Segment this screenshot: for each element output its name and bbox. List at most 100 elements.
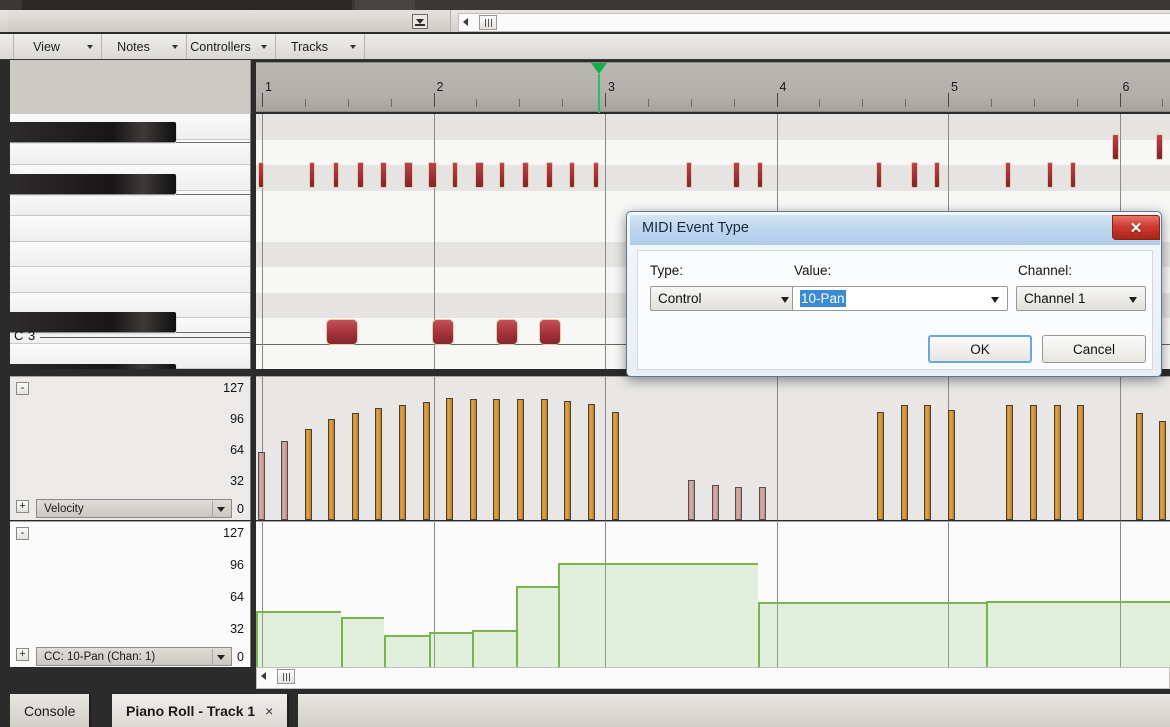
midi-note[interactable]	[452, 162, 458, 188]
controller-envelope-step[interactable]	[256, 611, 341, 667]
velocity-bar[interactable]	[877, 412, 884, 520]
midi-note[interactable]	[1156, 134, 1163, 160]
midi-note[interactable]	[380, 162, 387, 188]
piano-white-key[interactable]	[10, 216, 250, 242]
midi-note-bass[interactable]	[496, 319, 518, 345]
piano-keyboard[interactable]: C 3	[10, 114, 251, 369]
menu-item-tracks[interactable]: Tracks	[277, 34, 365, 59]
controller-envelope-step[interactable]	[986, 601, 1170, 667]
tab-piano-roll-track-1[interactable]: Piano Roll - Track 1 ×	[112, 694, 290, 727]
controller-lane-collapse-button[interactable]: -	[16, 527, 29, 540]
velocity-bar[interactable]	[352, 413, 359, 520]
velocity-bar[interactable]	[375, 408, 382, 520]
scroll-left-arrow-icon[interactable]	[463, 18, 468, 26]
midi-note[interactable]	[357, 162, 364, 188]
midi-note[interactable]	[499, 162, 505, 188]
controller-lane-add-button[interactable]: +	[16, 648, 29, 661]
midi-note[interactable]	[522, 162, 529, 188]
velocity-bar[interactable]	[470, 399, 477, 520]
controller-envelope-step[interactable]	[558, 563, 758, 667]
velocity-bar[interactable]	[1077, 405, 1084, 520]
piano-black-key[interactable]	[10, 122, 176, 142]
controller-envelope-step[interactable]	[516, 586, 558, 667]
midi-note[interactable]	[876, 162, 882, 188]
velocity-bar[interactable]	[612, 412, 619, 520]
velocity-bar[interactable]	[328, 419, 335, 520]
controller-envelope-step[interactable]	[758, 602, 986, 667]
piano-black-key[interactable]	[10, 174, 176, 194]
midi-note[interactable]	[934, 162, 940, 188]
midi-note[interactable]	[1112, 134, 1119, 160]
value-combobox[interactable]: 10-Pan	[792, 286, 1008, 311]
midi-note[interactable]	[1005, 162, 1011, 188]
collapse-pane-icon[interactable]	[412, 14, 428, 29]
velocity-bar[interactable]	[1030, 405, 1037, 520]
velocity-lane-selector[interactable]: Velocity	[36, 499, 232, 518]
velocity-bar[interactable]	[493, 399, 500, 520]
velocity-bar[interactable]	[948, 410, 955, 520]
midi-note[interactable]	[686, 162, 692, 188]
scrollbar-grip-icon[interactable]	[479, 15, 497, 30]
velocity-lane[interactable]	[256, 376, 1170, 520]
velocity-bar[interactable]	[759, 487, 766, 520]
velocity-lane-add-button[interactable]: +	[16, 500, 29, 513]
velocity-bar[interactable]	[1006, 405, 1013, 520]
velocity-bar[interactable]	[446, 398, 453, 520]
velocity-bar[interactable]	[517, 399, 524, 520]
midi-note-bass[interactable]	[539, 319, 561, 345]
velocity-bar[interactable]	[901, 405, 908, 520]
velocity-bar[interactable]	[423, 402, 430, 520]
close-icon[interactable]: ✕	[1112, 215, 1160, 240]
playhead-marker-icon[interactable]	[591, 63, 607, 74]
scroll-left-arrow-icon[interactable]	[261, 672, 266, 680]
piano-white-key[interactable]	[10, 267, 250, 293]
ok-button[interactable]: OK	[928, 335, 1032, 363]
midi-note[interactable]	[911, 162, 918, 188]
controller-lane[interactable]	[256, 521, 1170, 667]
velocity-lane-collapse-button[interactable]: -	[16, 382, 29, 395]
dialog-titlebar[interactable]: MIDI Event Type ✕	[630, 215, 1160, 245]
midi-note[interactable]	[546, 162, 553, 188]
midi-note[interactable]	[733, 162, 740, 188]
scrollbar-grip-icon[interactable]	[277, 669, 295, 684]
velocity-bar[interactable]	[258, 452, 265, 520]
velocity-bar[interactable]	[688, 480, 695, 520]
velocity-bar[interactable]	[712, 485, 719, 520]
midi-note[interactable]	[428, 162, 437, 188]
midi-note[interactable]	[309, 162, 315, 188]
midi-note[interactable]	[1070, 162, 1076, 188]
midi-note[interactable]	[569, 162, 575, 188]
velocity-bar[interactable]	[1054, 405, 1061, 520]
bottom-horizontal-scrollbar[interactable]	[256, 667, 1170, 689]
controller-envelope-step[interactable]	[472, 630, 516, 667]
menu-item-view[interactable]: View	[14, 34, 102, 59]
midi-note[interactable]	[333, 162, 339, 188]
velocity-bar[interactable]	[924, 405, 931, 520]
velocity-bar[interactable]	[305, 429, 312, 520]
channel-combobox[interactable]: Channel 1	[1016, 286, 1146, 311]
midi-note-bass[interactable]	[432, 319, 454, 345]
close-icon[interactable]: ×	[265, 703, 273, 719]
midi-note[interactable]	[404, 162, 413, 188]
top-horizontal-scrollbar[interactable]	[458, 13, 1170, 32]
midi-note[interactable]	[1047, 162, 1053, 188]
midi-note[interactable]	[757, 162, 763, 188]
menu-item-controllers[interactable]: Controllers	[188, 34, 276, 59]
velocity-bar[interactable]	[541, 399, 548, 520]
midi-note[interactable]	[593, 162, 599, 188]
controller-envelope-step[interactable]	[384, 635, 429, 667]
velocity-bar[interactable]	[588, 404, 595, 520]
midi-note-bass[interactable]	[326, 319, 358, 345]
menu-item-notes[interactable]: Notes	[103, 34, 187, 59]
piano-white-key[interactable]	[10, 241, 250, 267]
type-combobox[interactable]: Control	[650, 286, 798, 311]
piano-black-key[interactable]	[10, 364, 176, 369]
velocity-bar[interactable]	[1136, 413, 1143, 520]
velocity-bar[interactable]	[564, 401, 571, 520]
controller-envelope-step[interactable]	[341, 617, 384, 667]
midi-note[interactable]	[475, 162, 484, 188]
velocity-bar[interactable]	[1159, 421, 1166, 520]
velocity-bar[interactable]	[399, 405, 406, 520]
velocity-bar[interactable]	[281, 441, 288, 520]
velocity-bar[interactable]	[735, 487, 742, 520]
